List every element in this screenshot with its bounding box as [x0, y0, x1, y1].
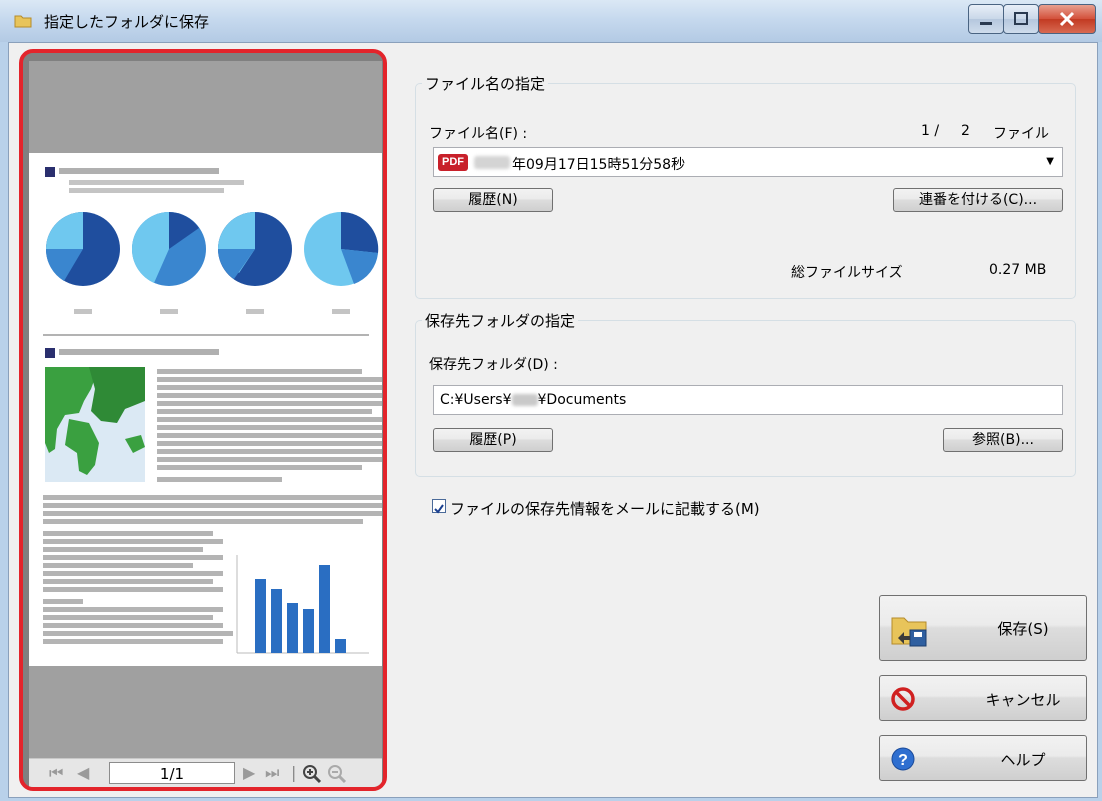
- folder-path-input[interactable]: C:¥Users¥ ¥Documents: [433, 385, 1063, 415]
- total-size-value: 0.27 MB: [989, 262, 1047, 278]
- folder-group-title: 保存先フォルダの指定: [422, 310, 579, 331]
- help-button-label: ヘルプ: [1000, 751, 1046, 769]
- folder-icon: [14, 15, 32, 28]
- zoom-in-icon[interactable]: [302, 764, 322, 784]
- folder-path-prefix: C:¥Users¥: [440, 392, 512, 408]
- save-dialog-window: 指定したフォルダに保存 ⏮ ◀ 1/1 ▶ ⏭ | ファイル名の指定 ファイル名…: [0, 0, 1102, 801]
- minimize-icon: [980, 22, 992, 25]
- last-page-icon[interactable]: ⏭: [265, 763, 279, 783]
- dialog-body: ⏮ ◀ 1/1 ▶ ⏭ | ファイル名の指定 ファイル名(F) : 1 / 2 …: [8, 42, 1098, 798]
- mail-info-checkbox[interactable]: [432, 499, 446, 514]
- file-name-group-title: ファイル名の指定: [422, 73, 549, 94]
- folder-save-icon: [891, 617, 927, 647]
- world-map-image: [45, 367, 145, 482]
- file-name-history-button[interactable]: 履歴(N): [433, 188, 553, 212]
- preview-margin-bottom: [29, 666, 382, 758]
- first-page-icon[interactable]: ⏮: [49, 763, 63, 783]
- zoom-out-icon[interactable]: [327, 764, 347, 784]
- serial-number-button[interactable]: 連番を付ける(C)...: [893, 188, 1063, 212]
- file-count-unit: ファイル: [993, 126, 1049, 142]
- save-button[interactable]: 保存(S): [879, 595, 1087, 661]
- file-count-current: 1 /: [921, 123, 940, 139]
- bar-chart-image: [236, 555, 369, 654]
- pdf-icon: PDF: [438, 154, 468, 171]
- window-title: 指定したフォルダに保存: [44, 13, 210, 31]
- preview-margin-top: [29, 61, 382, 153]
- svg-text:?: ?: [898, 752, 908, 769]
- pie-chart-1: [45, 212, 120, 286]
- checkmark-icon: [434, 504, 444, 514]
- mail-info-label[interactable]: ファイルの保存先情報をメールに記載する(M): [450, 498, 760, 519]
- minimize-button[interactable]: [968, 4, 1004, 34]
- preview-page: [29, 153, 383, 666]
- maximize-icon: [1014, 12, 1028, 25]
- preview-pane: ⏮ ◀ 1/1 ▶ ⏭ |: [19, 49, 387, 791]
- cancel-button-label: キャンセル: [985, 691, 1061, 709]
- title-bar[interactable]: 指定したフォルダに保存: [0, 0, 1102, 42]
- separator: |: [291, 763, 297, 782]
- close-icon: [1059, 11, 1075, 27]
- file-name-label: ファイル名(F) :: [429, 126, 528, 142]
- redacted-year: [474, 156, 510, 169]
- cancel-button[interactable]: キャンセル: [879, 675, 1087, 721]
- redacted-username: [511, 394, 538, 406]
- folder-path-suffix: ¥Documents: [537, 392, 627, 408]
- browse-button[interactable]: 参照(B)...: [943, 428, 1063, 452]
- maximize-button[interactable]: [1003, 4, 1039, 34]
- file-count-total: 2: [961, 123, 970, 139]
- next-page-icon[interactable]: ▶: [243, 763, 255, 782]
- pie-chart-4: [304, 211, 379, 286]
- save-button-label: 保存(S): [997, 620, 1049, 638]
- previous-page-icon[interactable]: ◀: [77, 763, 89, 782]
- pie-chart-3: [218, 212, 292, 286]
- page-thumbnail: [43, 167, 383, 654]
- folder-history-button[interactable]: 履歴(P): [433, 428, 553, 452]
- file-name-combobox[interactable]: PDF 年09月17日15時51分58秒 ▼: [433, 147, 1063, 177]
- help-button[interactable]: ? ヘルプ: [879, 735, 1087, 781]
- page-number-input[interactable]: 1/1: [109, 762, 235, 784]
- dropdown-arrow-icon[interactable]: ▼: [1046, 156, 1054, 167]
- cancel-icon: [891, 687, 915, 711]
- folder-label: 保存先フォルダ(D) :: [429, 357, 558, 373]
- file-name-value: 年09月17日15時51分58秒: [512, 157, 686, 173]
- help-icon: ?: [891, 747, 915, 771]
- preview-navigation-bar: ⏮ ◀ 1/1 ▶ ⏭ |: [29, 758, 382, 787]
- pie-chart-2: [131, 212, 206, 286]
- close-button[interactable]: [1038, 4, 1096, 34]
- total-size-label: 総ファイルサイズ: [791, 265, 903, 281]
